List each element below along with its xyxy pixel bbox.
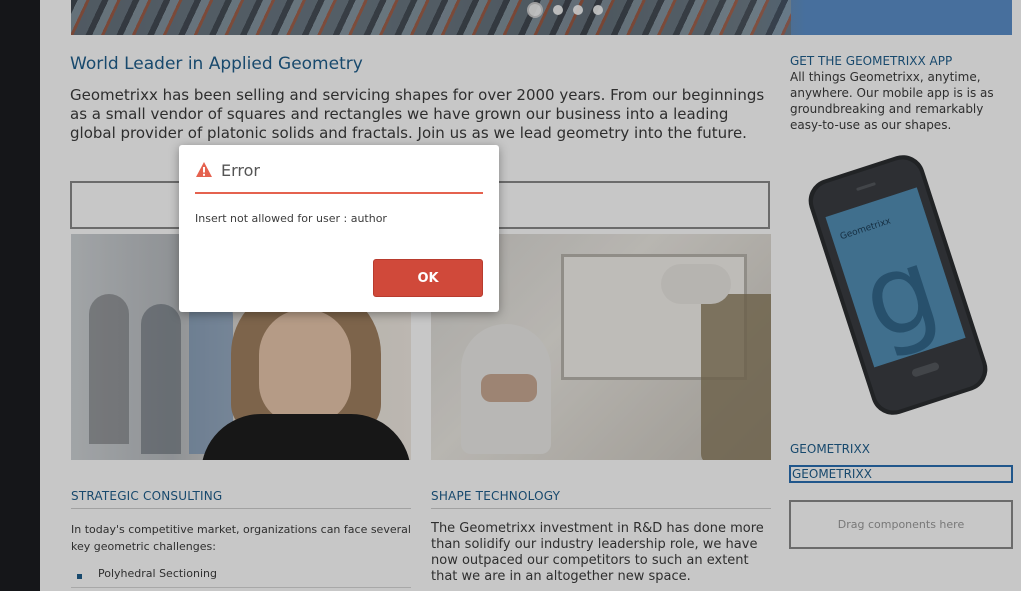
- error-dialog: Error Insert not allowed for user : auth…: [179, 145, 499, 312]
- dialog-title-underline: [195, 192, 483, 194]
- warning-icon: [196, 162, 212, 177]
- modal-overlay: [0, 0, 1021, 591]
- dialog-message: Insert not allowed for user : author: [195, 212, 387, 225]
- ok-button[interactable]: OK: [373, 259, 483, 297]
- dialog-title: Error: [221, 161, 260, 180]
